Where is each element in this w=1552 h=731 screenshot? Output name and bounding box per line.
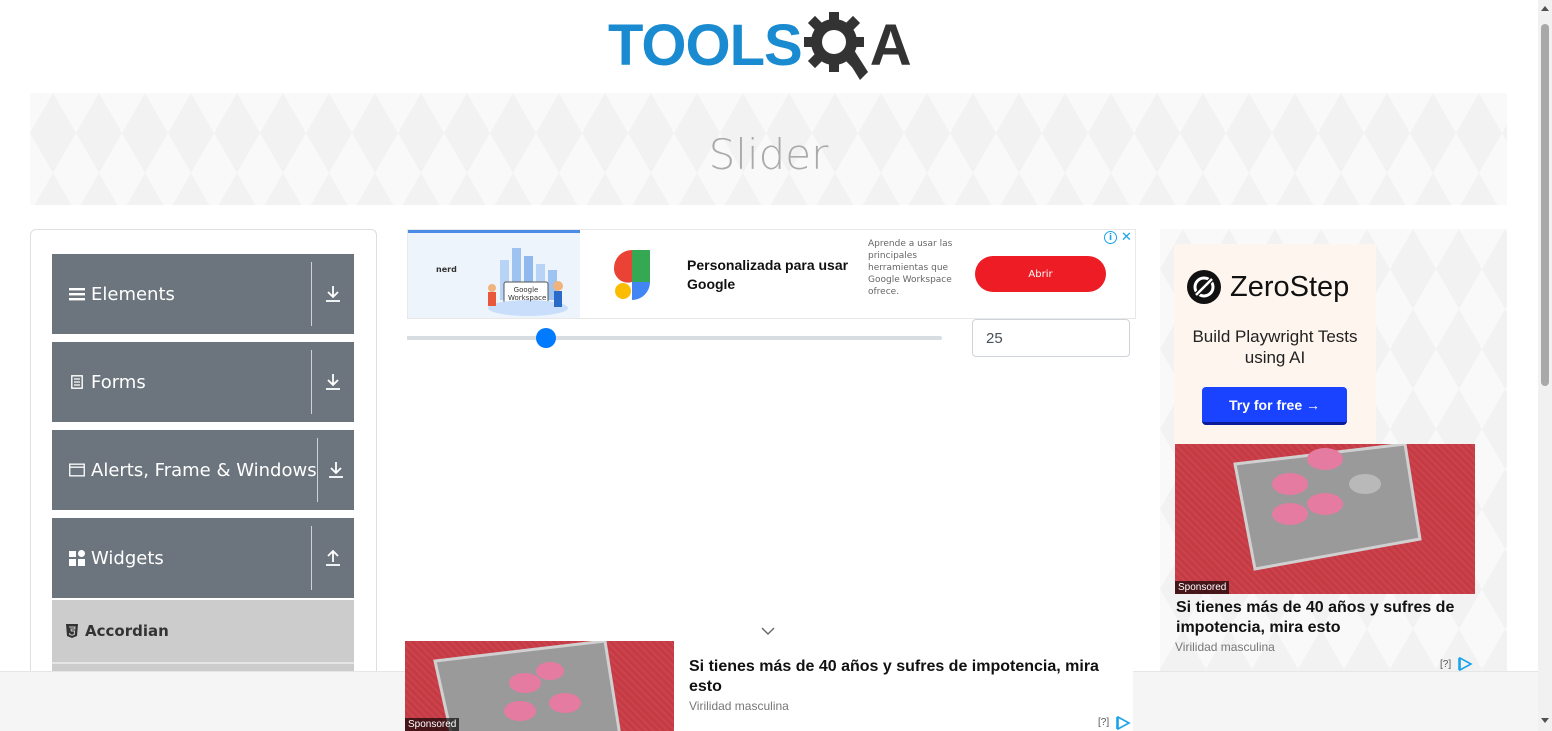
adchoices-icon[interactable] — [1116, 716, 1132, 730]
slider-value-input[interactable] — [972, 319, 1130, 357]
html5-icon — [66, 624, 78, 638]
menu-group-forms[interactable]: Forms — [52, 342, 354, 422]
scrollbar-thumb[interactable] — [1541, 24, 1549, 386]
document-icon — [69, 375, 85, 389]
toolsqa-logo[interactable]: TOOLS A — [608, 8, 938, 84]
adchoices[interactable]: i ✕ — [1104, 231, 1133, 244]
slider-fill — [407, 336, 547, 340]
left-menu-panel: Elements Forms Alerts, Frame & Windows W… — [30, 229, 377, 690]
scroll-up-arrow-icon[interactable] — [1541, 6, 1549, 11]
sponsored-label: Sponsored — [1175, 581, 1230, 594]
bottom-ad[interactable]: Sponsored Si tienes más de 40 años y suf… — [405, 641, 1133, 731]
close-icon[interactable]: ✕ — [1120, 231, 1133, 244]
ad-open-button[interactable]: Abrir — [975, 256, 1106, 292]
menu-group-label: Forms — [91, 371, 146, 393]
slider-track[interactable] — [407, 328, 942, 348]
logo-a-text: A — [869, 13, 912, 78]
zerostep-tagline: Build Playwright Tests using AI — [1192, 327, 1358, 367]
adchoices-icon[interactable] — [1458, 657, 1474, 671]
chevron-down-icon[interactable] — [760, 626, 776, 636]
scroll-down-arrow-icon[interactable] — [1541, 718, 1549, 723]
sponsored-source[interactable]: Virilidad masculina — [689, 699, 789, 713]
zerostep-logo: ZeroStep — [1186, 269, 1349, 305]
widgets-icon — [69, 550, 85, 566]
upload-arrow-icon[interactable] — [312, 549, 354, 567]
ad-thumb-caption: Google Workspace — [508, 286, 547, 302]
slider-thumb[interactable] — [536, 328, 557, 348]
page: TOOLS A Slider Elements Forms Alerts, Fr… — [0, 0, 1552, 731]
ad-info-label[interactable]: [?] — [1440, 659, 1451, 670]
menu-group-label: Alerts, Frame & Windows — [91, 459, 317, 481]
menu-group-label: Elements — [91, 283, 175, 305]
sponsored-source[interactable]: Virilidad masculina — [1175, 640, 1275, 654]
menu-group-widgets[interactable]: Widgets — [52, 518, 354, 598]
menu-item-label: Accordian — [85, 622, 169, 640]
window-icon — [69, 463, 85, 477]
menu-item-accordian[interactable]: Accordian — [52, 600, 354, 662]
menu-group-label: Widgets — [91, 547, 164, 569]
gear-magnifier-icon — [803, 12, 868, 80]
zerostep-icon — [1187, 270, 1221, 304]
try-for-free-button[interactable]: Try for free → — [1202, 387, 1347, 425]
sponsored-image[interactable]: Sponsored — [1175, 444, 1475, 594]
sponsored-title[interactable]: Si tienes más de 40 años y sufres de imp… — [689, 657, 1129, 697]
ad-thumb-brand: nerd — [436, 265, 457, 274]
info-icon[interactable]: i — [1104, 231, 1117, 244]
logo-tools-text: TOOLS — [608, 13, 803, 78]
zerostep-brand: ZeroStep — [1230, 270, 1350, 303]
hamburger-icon — [69, 287, 85, 301]
sponsored-title[interactable]: Si tienes más de 40 años y sufres de imp… — [1176, 598, 1476, 638]
sponsored-image[interactable]: Sponsored — [405, 641, 674, 731]
google-workspace-icon — [614, 250, 650, 300]
menu-group-alerts-frame-windows[interactable]: Alerts, Frame & Windows — [52, 430, 354, 510]
menu-group-elements[interactable]: Elements — [52, 254, 354, 334]
ad-thumbnail: nerd Google Workspace — [408, 230, 580, 318]
download-arrow-icon[interactable] — [317, 461, 354, 479]
download-arrow-icon[interactable] — [312, 373, 354, 391]
ad-description: Aprende a usar las principales herramien… — [868, 239, 953, 297]
zerostep-ad[interactable]: ZeroStep Build Playwright Tests using AI… — [1174, 244, 1376, 444]
sponsored-label: Sponsored — [405, 718, 460, 731]
download-arrow-icon[interactable] — [312, 285, 354, 303]
page-title: Slider — [708, 129, 829, 179]
page-banner: Slider — [30, 93, 1507, 205]
top-ad-banner[interactable]: nerd Google Workspace Personalizada para… — [407, 229, 1136, 319]
page-scrollbar[interactable] — [1538, 0, 1552, 731]
ad-info-label[interactable]: [?] — [1098, 717, 1109, 728]
ad-headline: Personalizada para usar Google — [687, 257, 849, 292]
